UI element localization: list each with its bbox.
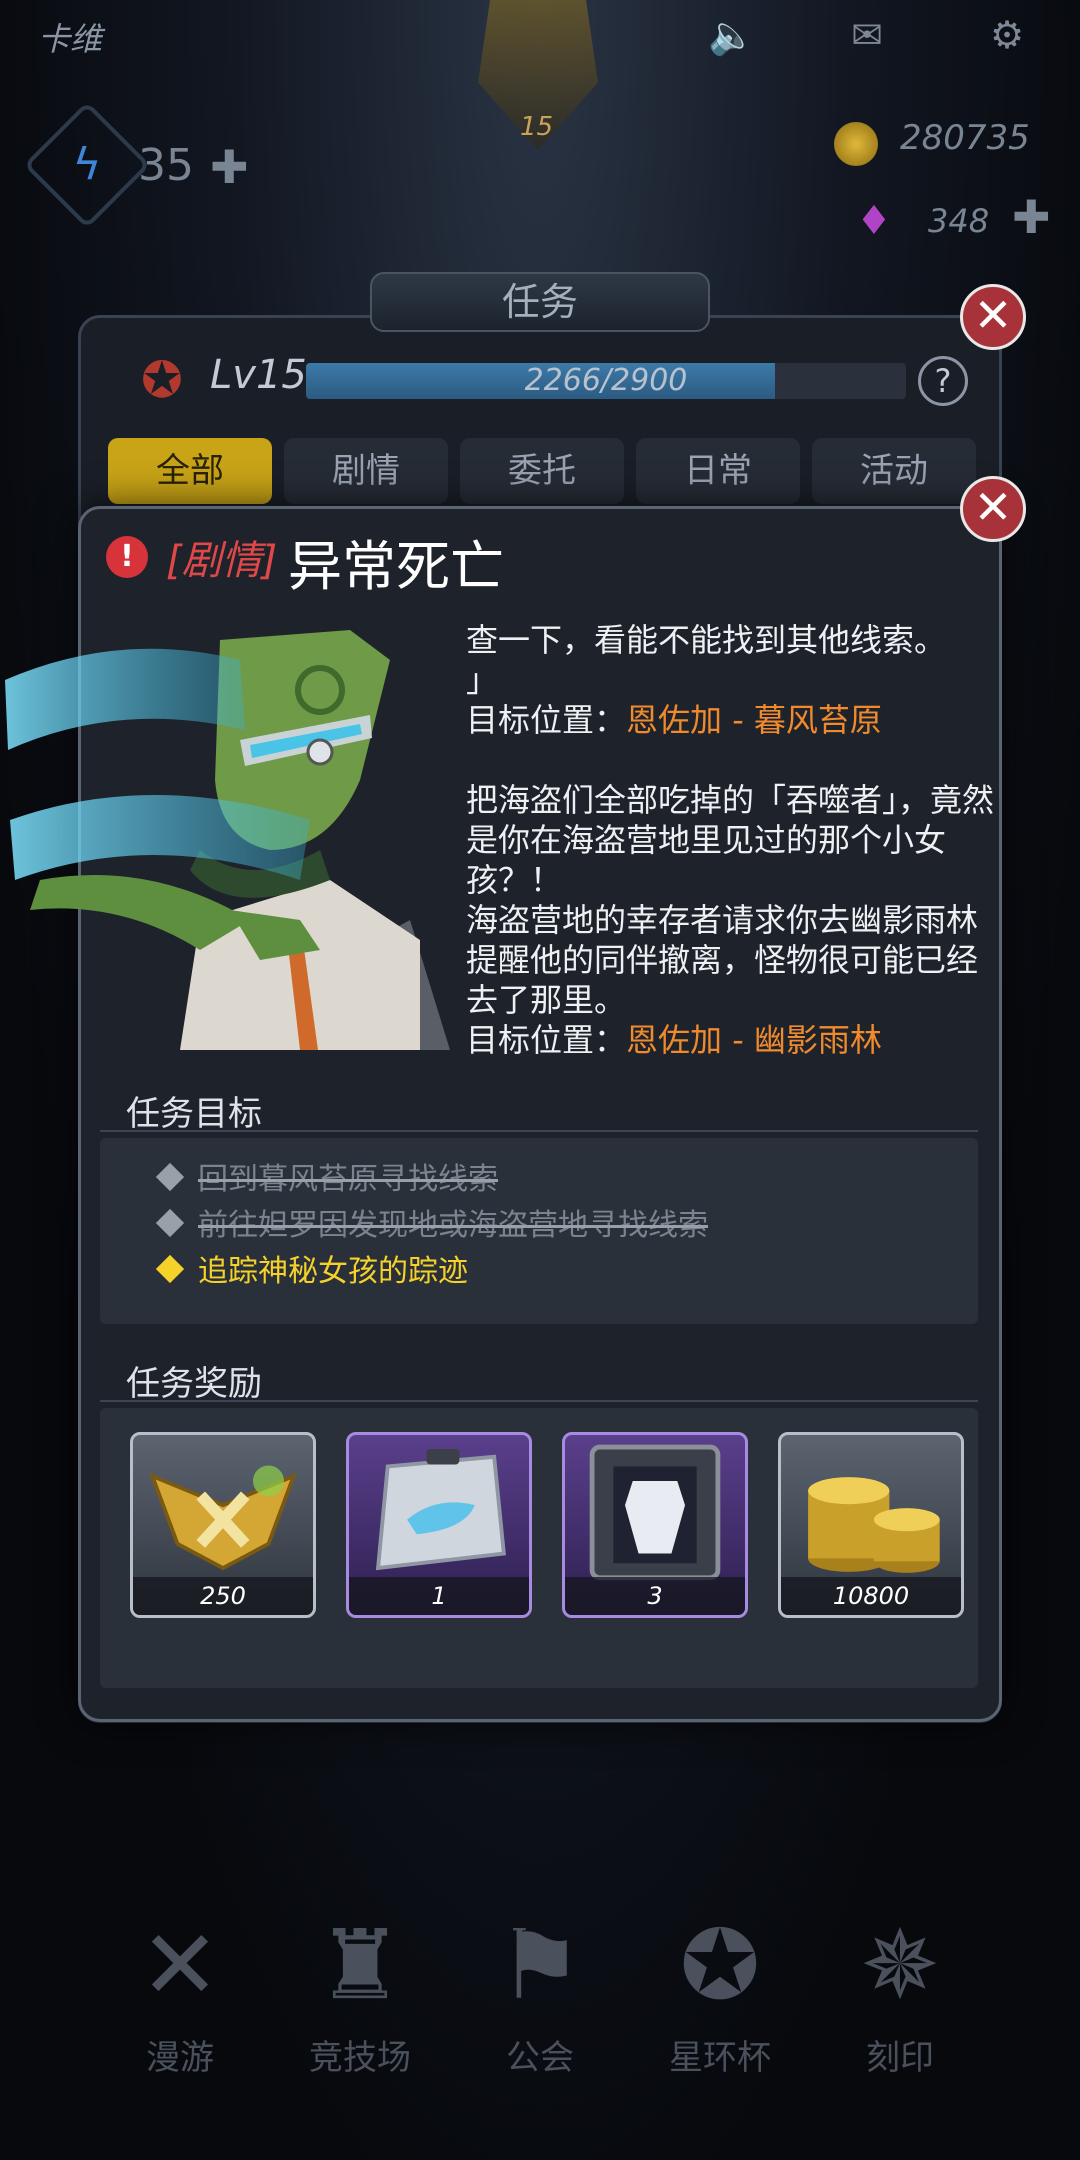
tab-event[interactable]: 活动 bbox=[812, 438, 976, 504]
desc-location-2: 目标位置：恩佐加 - 幽影雨林 bbox=[466, 1020, 996, 1060]
speaker-mute-icon[interactable]: 🔈 bbox=[708, 12, 755, 58]
help-button[interactable]: ? bbox=[918, 356, 968, 406]
reward-item[interactable]: 10800 bbox=[778, 1432, 964, 1618]
reward-count: 1 bbox=[349, 1577, 529, 1615]
arena-icon: ♜ bbox=[316, 1909, 404, 2021]
coin-value: 280735 bbox=[900, 118, 1030, 158]
add-energy-icon[interactable]: ✚ bbox=[210, 140, 249, 194]
nav-guild[interactable]: ⚑ 公会 bbox=[450, 1900, 630, 2079]
alert-icon: ! bbox=[106, 536, 148, 578]
nav-arena[interactable]: ♜ 竞技场 bbox=[270, 1900, 450, 2079]
tab-story[interactable]: 剧情 bbox=[284, 438, 448, 504]
xp-progress-text: 2266/2900 bbox=[524, 363, 688, 398]
gem-icon: ♦ bbox=[856, 198, 892, 244]
desc-paragraph-1: 查一下，看能不能找到其他线索。 bbox=[466, 621, 947, 659]
player-level: Lv15 bbox=[210, 352, 307, 398]
objectives-list: 回到暮风苔原寻找线索 前往妲罗因发现地或海盗营地寻找线索 追踪神秘女孩的踪迹 bbox=[100, 1138, 978, 1324]
rewards-divider bbox=[100, 1400, 978, 1402]
diamond-bullet-icon bbox=[155, 1162, 185, 1192]
quest-description: 查一下，看能不能找到其他线索。 」 目标位置：恩佐加 - 暮风苔原 把海盗们全部… bbox=[466, 620, 996, 1060]
player-name: 卡维 bbox=[38, 20, 103, 58]
settings-gear-icon[interactable]: ⚙ bbox=[984, 12, 1030, 58]
objectives-divider bbox=[100, 1130, 978, 1132]
reward-item[interactable]: 1 bbox=[346, 1432, 532, 1618]
location-value: 恩佐加 - 幽影雨林 bbox=[626, 1021, 882, 1059]
gold-coins-icon bbox=[808, 1477, 940, 1573]
reward-item[interactable]: 3 bbox=[562, 1432, 748, 1618]
energy-icon: ϟ bbox=[23, 101, 151, 229]
rewards-title: 任务奖励 bbox=[126, 1364, 262, 1404]
quest-title: 异常死亡 bbox=[288, 535, 504, 598]
desc-paragraph-1-end: 」 bbox=[466, 661, 499, 699]
reward-item[interactable]: 250 bbox=[130, 1432, 316, 1618]
mail-icon[interactable]: ✉ bbox=[844, 12, 890, 58]
reward-count: 10800 bbox=[781, 1577, 961, 1615]
rank-xp-icon bbox=[149, 1465, 297, 1571]
desc-location-1: 目标位置：恩佐加 - 暮风苔原 bbox=[466, 700, 996, 740]
quest-tabs: 全部 剧情 委托 日常 活动 bbox=[108, 438, 976, 504]
reward-count: 3 bbox=[565, 1577, 745, 1615]
trophy-icon: ✪ bbox=[679, 1909, 761, 2021]
objective-item-current: 追踪神秘女孩的踪迹 bbox=[155, 1252, 468, 1292]
blueprint-card-icon bbox=[375, 1449, 506, 1571]
bottom-navigation: ✕ 漫游 ♜ 竞技场 ⚑ 公会 ✪ 星环杯 ✵ 刻印 bbox=[0, 1900, 1080, 2120]
close-detail-button[interactable]: ✕ bbox=[960, 476, 1026, 542]
location-value: 恩佐加 - 暮风苔原 bbox=[626, 701, 882, 739]
compass-star-icon: ✵ bbox=[859, 1909, 941, 2021]
reward-count: 250 bbox=[133, 1577, 313, 1615]
tab-all[interactable]: 全部 bbox=[108, 438, 272, 504]
location-label: 目标位置： bbox=[466, 701, 627, 739]
gem-value: 348 bbox=[928, 202, 990, 240]
tab-daily[interactable]: 日常 bbox=[636, 438, 800, 504]
objective-item: 前往妲罗因发现地或海盗营地寻找线索 bbox=[155, 1206, 708, 1246]
location-label: 目标位置： bbox=[466, 1021, 627, 1059]
nav-roam[interactable]: ✕ 漫游 bbox=[90, 1900, 270, 2079]
add-gems-icon[interactable]: ✚ bbox=[1012, 190, 1051, 244]
armor-crate-icon bbox=[589, 1444, 721, 1581]
close-panel-button[interactable]: ✕ bbox=[960, 284, 1026, 350]
tab-commission[interactable]: 委托 bbox=[460, 438, 624, 504]
guild-banner-icon: ⚑ bbox=[496, 1909, 584, 2021]
coin-icon bbox=[834, 122, 878, 166]
quest-type-tag: [剧情] bbox=[166, 538, 278, 584]
nav-star-ring-cup[interactable]: ✪ 星环杯 bbox=[630, 1900, 810, 2079]
panel-title: 任务 bbox=[370, 272, 710, 332]
diamond-bullet-icon bbox=[155, 1208, 185, 1238]
desc-paragraph-2: 把海盗们全部吃掉的「吞噬者」，竟然是你在海盗营地里见过的那个小女孩？！ bbox=[466, 781, 995, 899]
xp-progress-bar: 2266/2900 bbox=[306, 363, 906, 399]
roam-icon: ✕ bbox=[139, 1909, 221, 2021]
rewards-list: 250 1 3 10800 bbox=[100, 1408, 978, 1688]
emblem-level: 15 bbox=[520, 112, 554, 142]
diamond-bullet-icon bbox=[155, 1254, 185, 1284]
energy-value: 35 bbox=[138, 140, 194, 191]
objectives-title: 任务目标 bbox=[126, 1094, 262, 1134]
objective-item: 回到暮风苔原寻找线索 bbox=[155, 1160, 498, 1200]
rank-icon: ✪ bbox=[141, 351, 183, 409]
top-hud: 卡维 15 🔈 ✉ ⚙ ϟ 35 ✚ 280735 ♦ 348 ✚ bbox=[0, 0, 1080, 250]
desc-paragraph-3: 海盗营地的幸存者请求你去幽影雨林提醒他的同伴撤离，怪物很可能已经去了那里。 bbox=[466, 901, 979, 1019]
quest-giver-portrait bbox=[5, 630, 450, 1050]
nav-imprint[interactable]: ✵ 刻印 bbox=[810, 1900, 990, 2079]
